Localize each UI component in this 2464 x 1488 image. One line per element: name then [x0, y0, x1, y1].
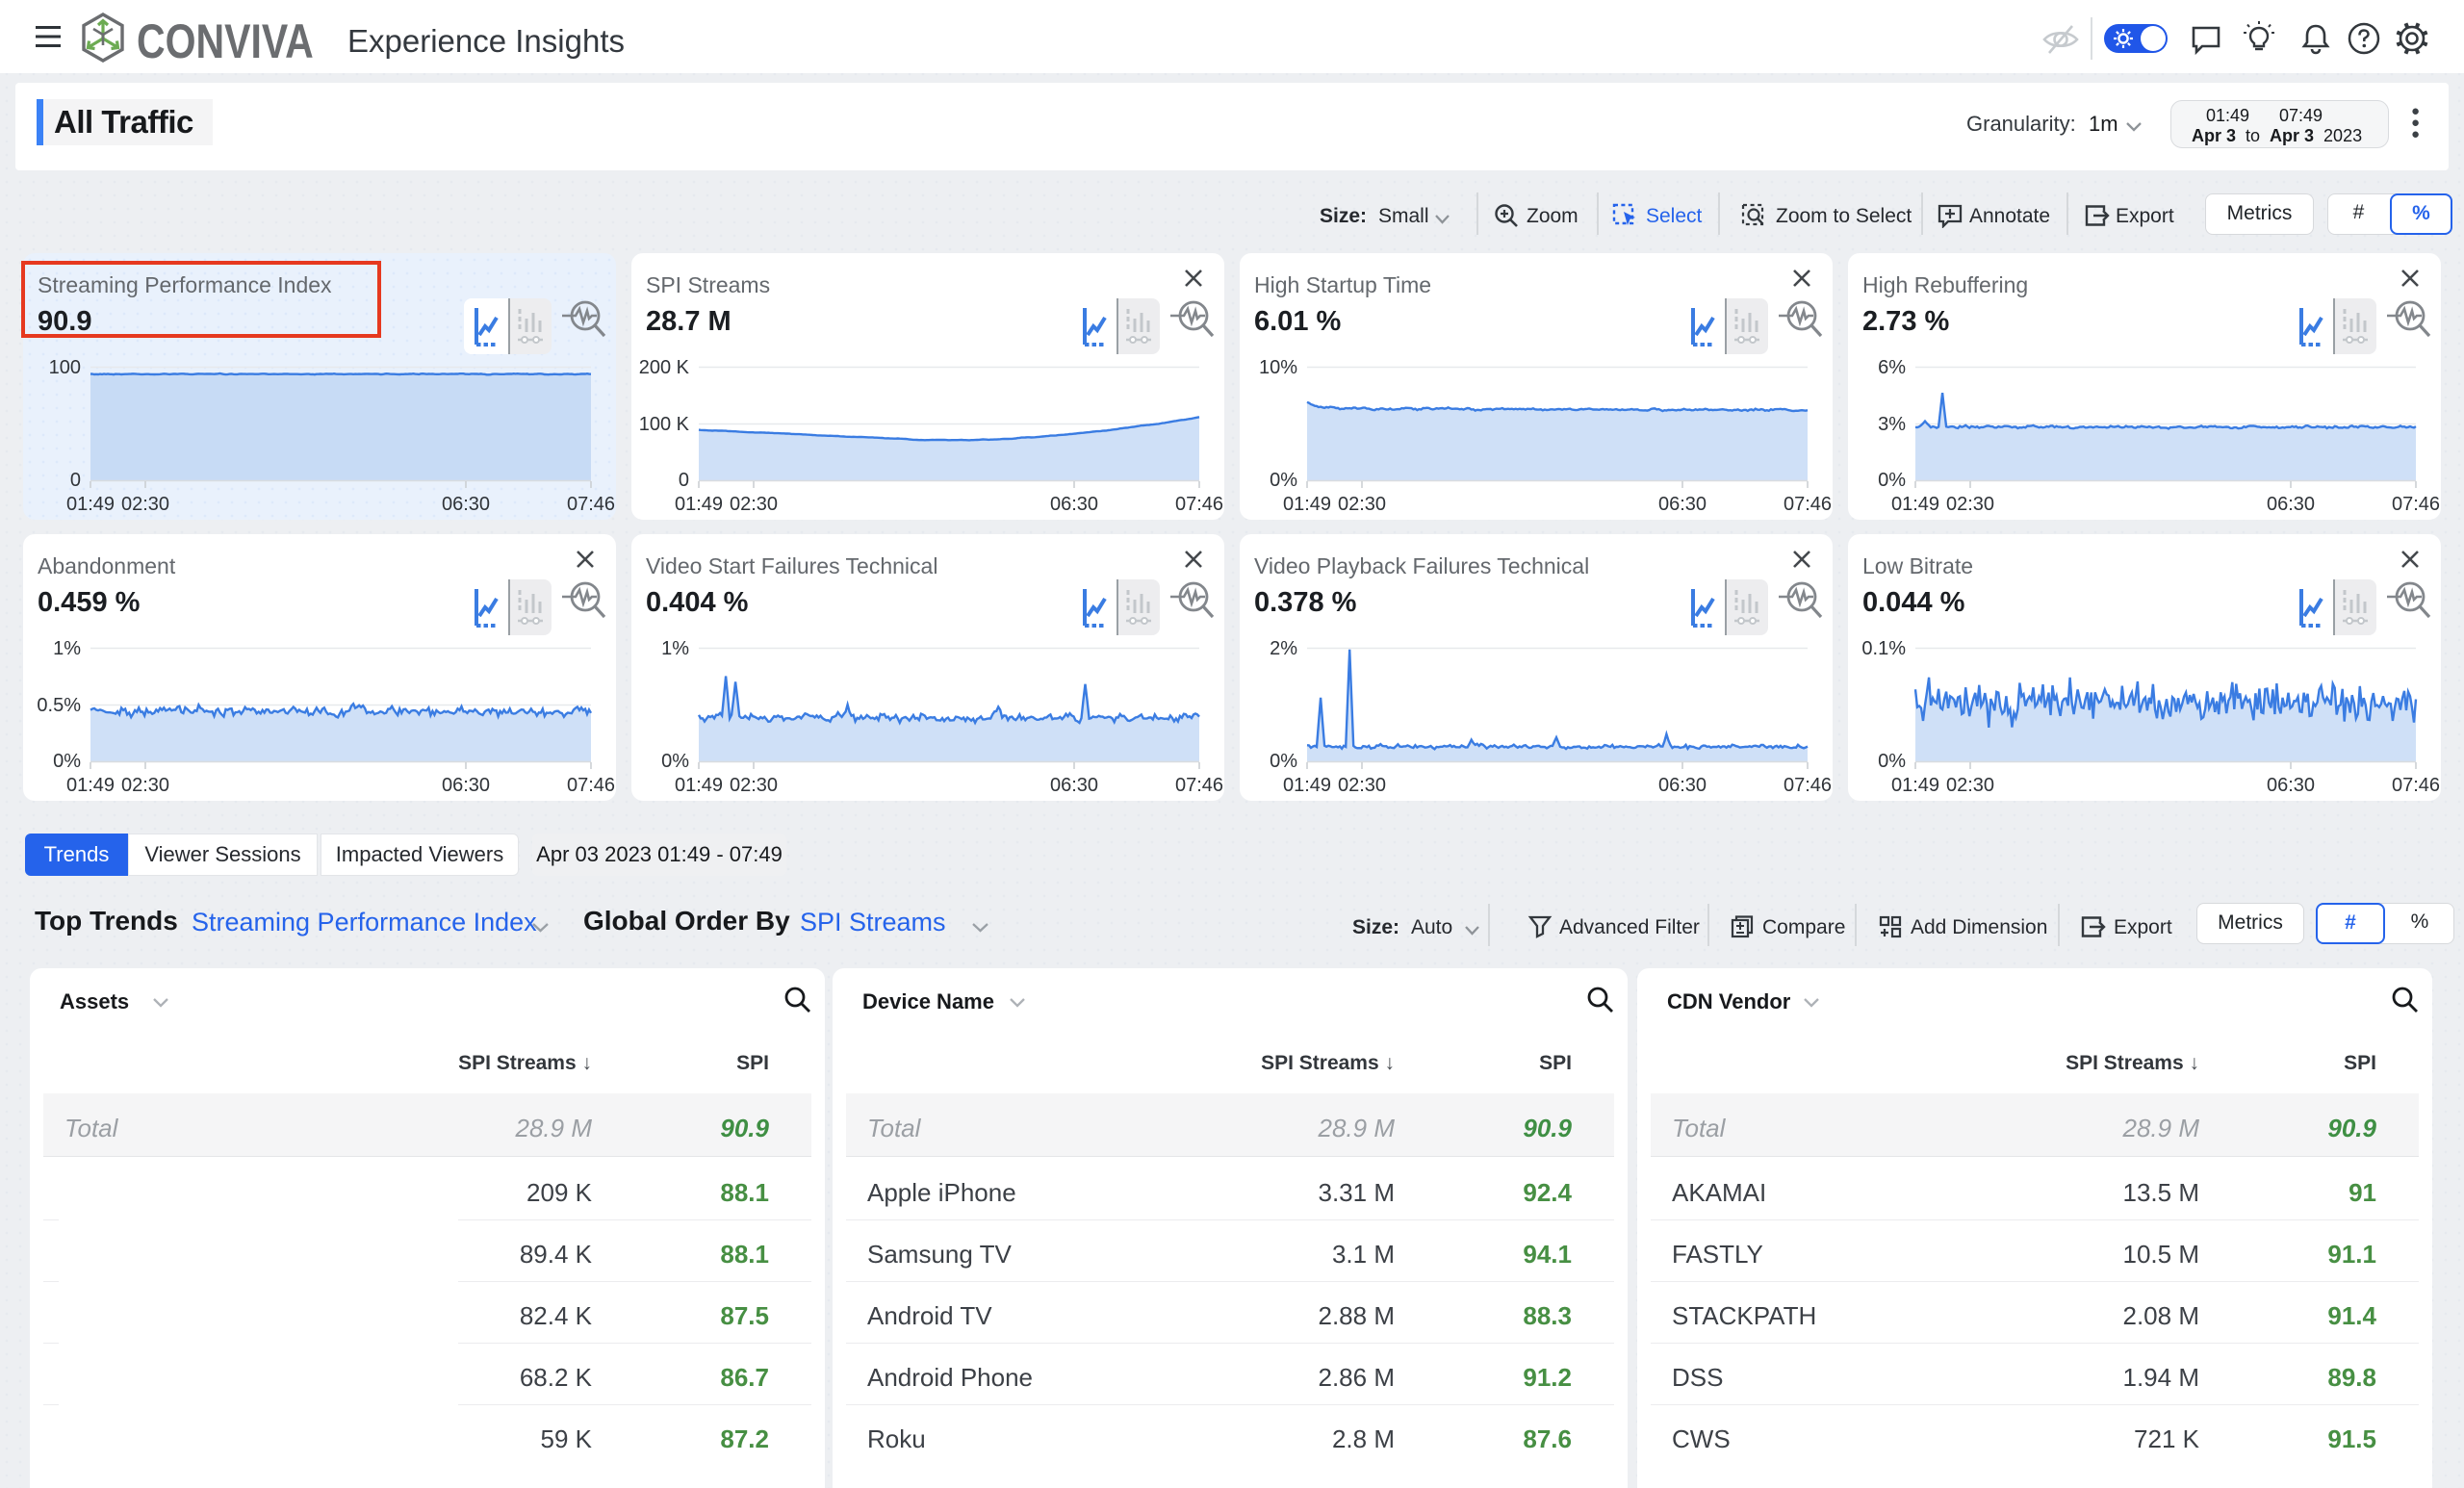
svg-text:1%: 1% — [661, 638, 689, 659]
svg-text:01:49: 01:49 — [66, 775, 115, 796]
svg-text:0%: 0% — [1878, 470, 1906, 491]
svg-text:01:49: 01:49 — [1891, 494, 1939, 515]
svg-text:02:30: 02:30 — [1338, 494, 1386, 515]
svg-text:01:49: 01:49 — [675, 775, 723, 796]
svg-text:02:30: 02:30 — [730, 775, 778, 796]
svg-text:01:49: 01:49 — [1891, 775, 1939, 796]
svg-text:200 K: 200 K — [639, 357, 690, 378]
svg-text:01:49: 01:49 — [1283, 775, 1331, 796]
svg-text:100: 100 — [49, 357, 81, 378]
svg-text:10%: 10% — [1259, 357, 1297, 378]
svg-text:2%: 2% — [1270, 638, 1297, 659]
svg-text:0: 0 — [679, 470, 689, 491]
svg-text:0%: 0% — [53, 751, 81, 772]
svg-text:02:30: 02:30 — [730, 494, 778, 515]
svg-text:01:49: 01:49 — [66, 494, 115, 515]
svg-text:07:46: 07:46 — [567, 775, 615, 796]
svg-text:02:30: 02:30 — [1338, 775, 1386, 796]
svg-text:07:46: 07:46 — [1175, 775, 1223, 796]
svg-text:0%: 0% — [1878, 751, 1906, 772]
svg-text:02:30: 02:30 — [121, 775, 169, 796]
svg-text:07:46: 07:46 — [2392, 494, 2440, 515]
svg-text:06:30: 06:30 — [1658, 775, 1707, 796]
svg-text:07:46: 07:46 — [567, 494, 615, 515]
svg-text:02:30: 02:30 — [1946, 775, 1994, 796]
svg-text:06:30: 06:30 — [442, 494, 490, 515]
svg-text:07:46: 07:46 — [1784, 775, 1832, 796]
svg-text:06:30: 06:30 — [1658, 494, 1707, 515]
svg-text:01:49: 01:49 — [675, 494, 723, 515]
svg-text:06:30: 06:30 — [2267, 775, 2315, 796]
svg-text:06:30: 06:30 — [442, 775, 490, 796]
svg-text:07:46: 07:46 — [1175, 494, 1223, 515]
svg-text:07:46: 07:46 — [2392, 775, 2440, 796]
svg-text:100 K: 100 K — [639, 414, 690, 435]
svg-text:3%: 3% — [1878, 414, 1906, 435]
svg-text:02:30: 02:30 — [121, 494, 169, 515]
svg-text:0%: 0% — [1270, 470, 1297, 491]
svg-text:0.5%: 0.5% — [37, 695, 81, 716]
svg-text:0%: 0% — [1270, 751, 1297, 772]
svg-text:6%: 6% — [1878, 357, 1906, 378]
svg-text:02:30: 02:30 — [1946, 494, 1994, 515]
svg-text:07:46: 07:46 — [1784, 494, 1832, 515]
svg-text:01:49: 01:49 — [1283, 494, 1331, 515]
svg-text:0.1%: 0.1% — [1861, 638, 1906, 659]
svg-text:06:30: 06:30 — [1050, 494, 1098, 515]
svg-text:1%: 1% — [53, 638, 81, 659]
svg-text:06:30: 06:30 — [2267, 494, 2315, 515]
svg-text:0: 0 — [70, 470, 81, 491]
svg-text:06:30: 06:30 — [1050, 775, 1098, 796]
svg-text:0%: 0% — [661, 751, 689, 772]
